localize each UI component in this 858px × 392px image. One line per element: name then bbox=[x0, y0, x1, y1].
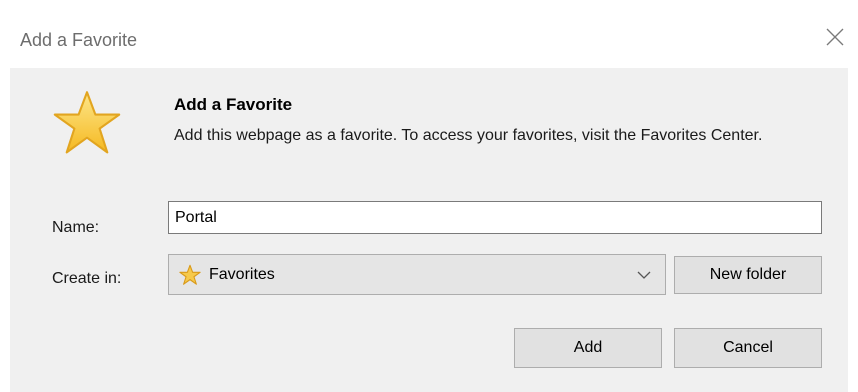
title-bar: Add a Favorite bbox=[0, 0, 858, 68]
add-button[interactable]: Add bbox=[514, 328, 662, 368]
star-icon bbox=[53, 91, 121, 154]
cancel-button[interactable]: Cancel bbox=[674, 328, 822, 368]
name-label: Name: bbox=[52, 219, 100, 236]
favorites-star-icon bbox=[179, 264, 201, 285]
dialog-heading: Add a Favorite bbox=[174, 95, 293, 114]
create-in-label: Create in: bbox=[52, 270, 122, 287]
window-title: Add a Favorite bbox=[20, 30, 138, 50]
add-favorite-window: Add a Favorite Add a Favorite Add this w… bbox=[0, 0, 858, 392]
create-in-dropdown[interactable]: Favorites bbox=[168, 254, 666, 295]
new-folder-button[interactable]: New folder bbox=[674, 256, 822, 294]
chevron-down-icon bbox=[637, 271, 651, 279]
create-in-value: Favorites bbox=[209, 266, 275, 283]
dialog-description: Add this webpage as a favorite. To acces… bbox=[174, 127, 763, 144]
close-button[interactable] bbox=[812, 14, 858, 60]
name-input[interactable] bbox=[168, 201, 822, 234]
close-icon bbox=[826, 28, 844, 46]
dialog-body: Add a Favorite Add this webpage as a fav… bbox=[10, 68, 848, 392]
